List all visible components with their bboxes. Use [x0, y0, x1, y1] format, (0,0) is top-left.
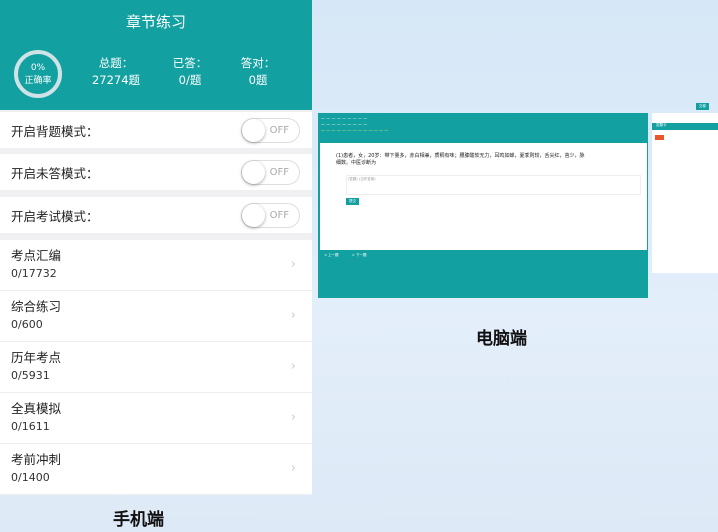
stat-total: 总题： 27274题: [86, 55, 146, 89]
submit-exam-button[interactable]: 交卷: [696, 103, 709, 110]
desktop-caption: 电脑端: [476, 329, 527, 349]
stat-correct: 答对： 0题: [228, 55, 288, 89]
item-name: 历年考点: [11, 350, 62, 365]
submit-answer-button[interactable]: 提交: [346, 198, 359, 205]
desktop-screenshot: 交卷 — — — — — — — — — — — — — — — — — — —…: [318, 103, 718, 298]
item-count: 0/1400: [11, 471, 50, 484]
list-item[interactable]: 考前冲刺 0/1400 ›: [0, 444, 312, 495]
unanswered-mode-toggle[interactable]: OFF: [241, 159, 300, 185]
list-item[interactable]: 考点汇编 0/17732 ›: [0, 240, 312, 291]
item-name: 综合练习: [11, 299, 62, 314]
chevron-right-icon: ›: [290, 410, 296, 425]
item-count: 0/5931: [11, 369, 50, 382]
stat-label: 总题：: [98, 56, 134, 70]
chevron-right-icon: ›: [290, 359, 296, 374]
chevron-right-icon: ›: [290, 461, 296, 476]
mobile-caption: 手机端: [113, 510, 164, 530]
prev-button[interactable]: < 上一题: [324, 253, 339, 258]
desktop-sidebar: 答题卡: [652, 113, 718, 273]
stat-label: 答对：: [240, 56, 276, 70]
stat-value: 27274题: [91, 73, 141, 87]
header: 章节练习 0% 正确率 总题： 27274题 已答： 0/题 答对： 0题: [0, 0, 312, 110]
chevron-right-icon: ›: [290, 308, 296, 323]
answer-card-header: 答题卡: [652, 123, 718, 130]
accuracy-percent: 0%: [30, 63, 46, 73]
stat-value: 0题: [248, 73, 268, 87]
accuracy-label: 正确率: [24, 76, 52, 86]
item-count: 0/600: [11, 318, 43, 331]
list-item[interactable]: 综合练习 0/600 ›: [0, 291, 312, 342]
toggle-label: 开启未答模式：: [11, 165, 99, 181]
toggle-state: OFF: [269, 124, 289, 136]
recite-mode-toggle[interactable]: OFF: [241, 117, 300, 143]
stat-label: 已答：: [172, 56, 208, 70]
item-count: 0/1611: [11, 420, 50, 433]
exam-mode-toggle[interactable]: OFF: [241, 202, 300, 228]
answer-input[interactable]: (答题) (当作答案): [346, 175, 641, 195]
toggle-row-unanswered: 开启未答模式： OFF: [0, 154, 312, 190]
toggle-state: OFF: [269, 166, 289, 178]
question-panel: (1)患者，女，20岁：带下量多，赤白相兼，质稠有味；腰膝酸软无力，耳鸣如蝉，夏…: [320, 143, 647, 250]
question-number-current[interactable]: [655, 135, 664, 140]
next-button[interactable]: > 下一题: [352, 253, 367, 258]
toggle-state: OFF: [269, 209, 289, 221]
info-line: — — — — — — — — — — — — —: [321, 128, 389, 133]
toggle-row-recite: 开启背题模式： OFF: [0, 112, 312, 148]
list-item[interactable]: 历年考点 0/5931 ›: [0, 342, 312, 393]
mobile-screenshot: 章节练习 0% 正确率 总题： 27274题 已答： 0/题 答对： 0题 开启背题模…: [0, 0, 312, 495]
stat-value: 0/题: [178, 73, 202, 87]
page-title: 章节练习: [125, 13, 186, 31]
info-line: — — — — — — — — —: [321, 122, 368, 127]
desktop-main: — — — — — — — — — — — — — — — — — — — — …: [318, 113, 648, 298]
item-name: 考前冲刺: [11, 452, 62, 467]
item-name: 考点汇编: [11, 248, 62, 263]
toggle-label: 开启考试模式：: [11, 208, 99, 224]
stat-answered: 已答： 0/题: [160, 55, 220, 89]
chevron-right-icon: ›: [290, 257, 296, 272]
list-item[interactable]: 全真模拟 0/1611 ›: [0, 393, 312, 444]
accuracy-ring: 0% 正确率: [14, 50, 62, 98]
toggle-row-exam: 开启考试模式： OFF: [0, 197, 312, 233]
item-count: 0/17732: [11, 267, 57, 280]
chapter-list: 考点汇编 0/17732 › 综合练习 0/600 › 历年考点 0/5931 › 全真模拟…: [0, 240, 312, 495]
item-name: 全真模拟: [11, 401, 62, 416]
toggle-label: 开启背题模式：: [11, 123, 99, 139]
question-text: (1)患者，女，20岁：带下量多，赤白相兼，质稠有味；腰膝酸软无力，耳鸣如蝉，夏…: [336, 153, 585, 166]
info-line: — — — — — — — — —: [321, 116, 368, 121]
